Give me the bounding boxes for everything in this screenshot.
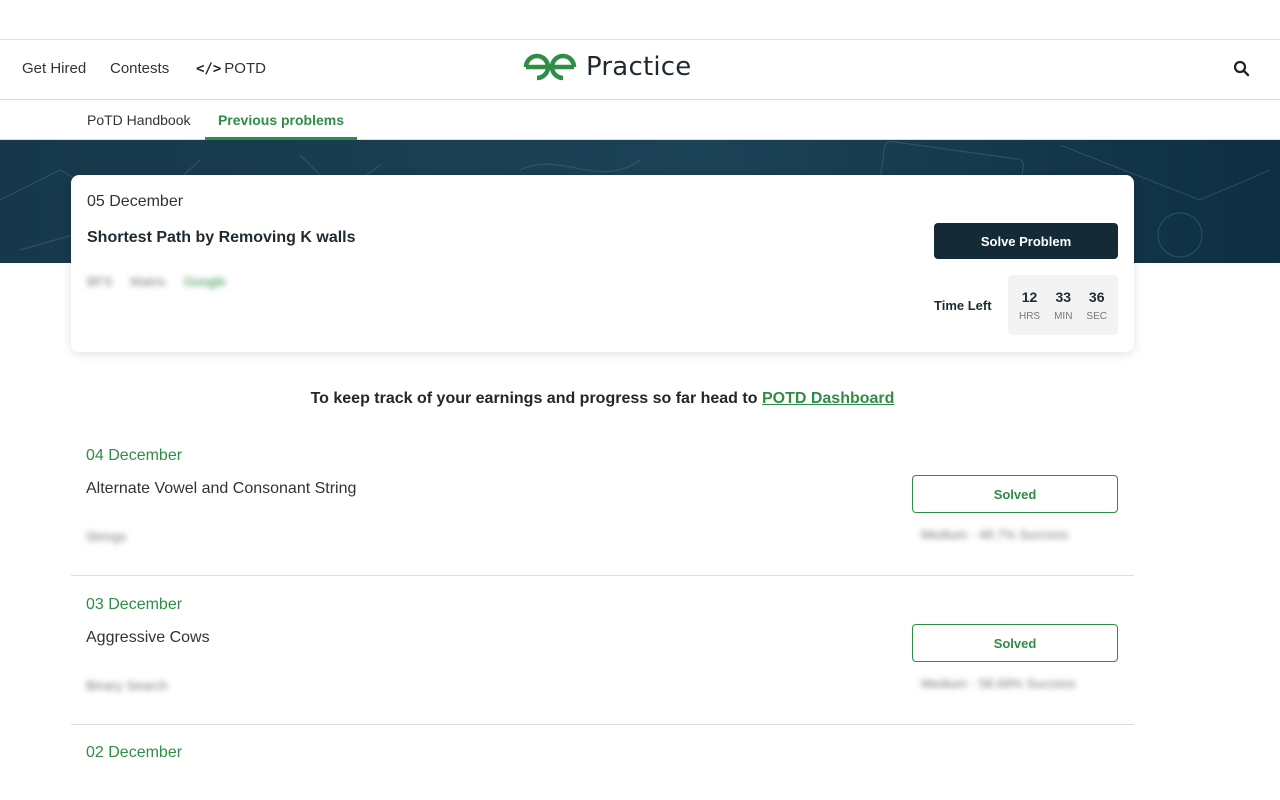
code-icon: </>	[196, 60, 222, 77]
timer-seconds-value: 36	[1088, 288, 1105, 305]
solved-button[interactable]: Solved	[912, 475, 1118, 513]
featured-title[interactable]: Shortest Path by Removing K walls	[87, 229, 356, 247]
problem-tag[interactable]: Strings	[86, 529, 126, 544]
solve-problem-button[interactable]: Solve Problem	[934, 223, 1118, 259]
dashboard-message-text: To keep track of your earnings and progr…	[310, 390, 762, 407]
nav-potd[interactable]: </> POTD	[196, 60, 266, 77]
problem-date: 03 December	[86, 596, 183, 613]
search-button[interactable]	[1233, 60, 1253, 80]
featured-date: 05 December	[87, 193, 184, 210]
problem-date: 04 December	[86, 447, 183, 464]
time-left-label: Time Left	[934, 298, 992, 313]
potd-dashboard-link[interactable]: POTD Dashboard	[762, 390, 894, 407]
problem-meta: Medium · 58.69% Success	[921, 676, 1076, 691]
problem-row: 03 December Aggressive Cows Binary Searc…	[71, 577, 1134, 725]
featured-problem-card: 05 December Shortest Path by Removing K …	[71, 175, 1134, 352]
search-icon	[1233, 60, 1250, 77]
timer-hours: 12 HRS	[1019, 289, 1040, 322]
timer-hours-value: 12	[1021, 288, 1038, 305]
tab-previous-problems[interactable]: Previous problems	[205, 100, 357, 140]
nav-get-hired[interactable]: Get Hired	[22, 60, 86, 77]
timer-seconds: 36 SEC	[1086, 289, 1107, 322]
problem-tag[interactable]: Binary Search	[86, 678, 168, 693]
problem-row: 04 December Alternate Vowel and Consonan…	[71, 428, 1134, 576]
solved-button[interactable]: Solved	[912, 624, 1118, 662]
tab-potd-handbook[interactable]: PoTD Handbook	[87, 100, 191, 140]
featured-tags: BFS Matrix Google	[87, 274, 226, 289]
timer-minutes-value: 33	[1055, 288, 1072, 305]
featured-tag[interactable]: Google	[184, 274, 226, 289]
featured-tag[interactable]: BFS	[87, 274, 112, 289]
nav-contests[interactable]: Contests	[110, 60, 169, 77]
featured-tag[interactable]: Matrix	[130, 274, 165, 289]
brand-logo[interactable]: Practice	[522, 52, 691, 82]
top-navbar: Get Hired Contests </> POTD Practice	[0, 40, 1280, 120]
brand-text: Practice	[586, 52, 692, 82]
browser-top-strip	[0, 0, 1280, 40]
nav-potd-label: POTD	[224, 60, 266, 77]
dashboard-message: To keep track of your earnings and progr…	[0, 390, 1205, 408]
timer-hours-label: HRS	[1018, 310, 1041, 322]
gfg-logo-icon	[523, 53, 577, 81]
timer-seconds-label: SEC	[1086, 310, 1107, 322]
timer-minutes: 33 MIN	[1054, 289, 1072, 322]
countdown-timer: 12 HRS 33 MIN 36 SEC	[1008, 275, 1118, 335]
potd-subnav: PoTD Handbook Previous problems	[0, 100, 1280, 140]
problem-meta: Medium · 48.7% Success	[921, 527, 1069, 542]
problem-title[interactable]: Alternate Vowel and Consonant String	[86, 480, 356, 498]
problem-date: 02 December	[86, 744, 183, 761]
timer-minutes-label: MIN	[1054, 310, 1073, 322]
problem-title[interactable]: Aggressive Cows	[86, 629, 210, 647]
